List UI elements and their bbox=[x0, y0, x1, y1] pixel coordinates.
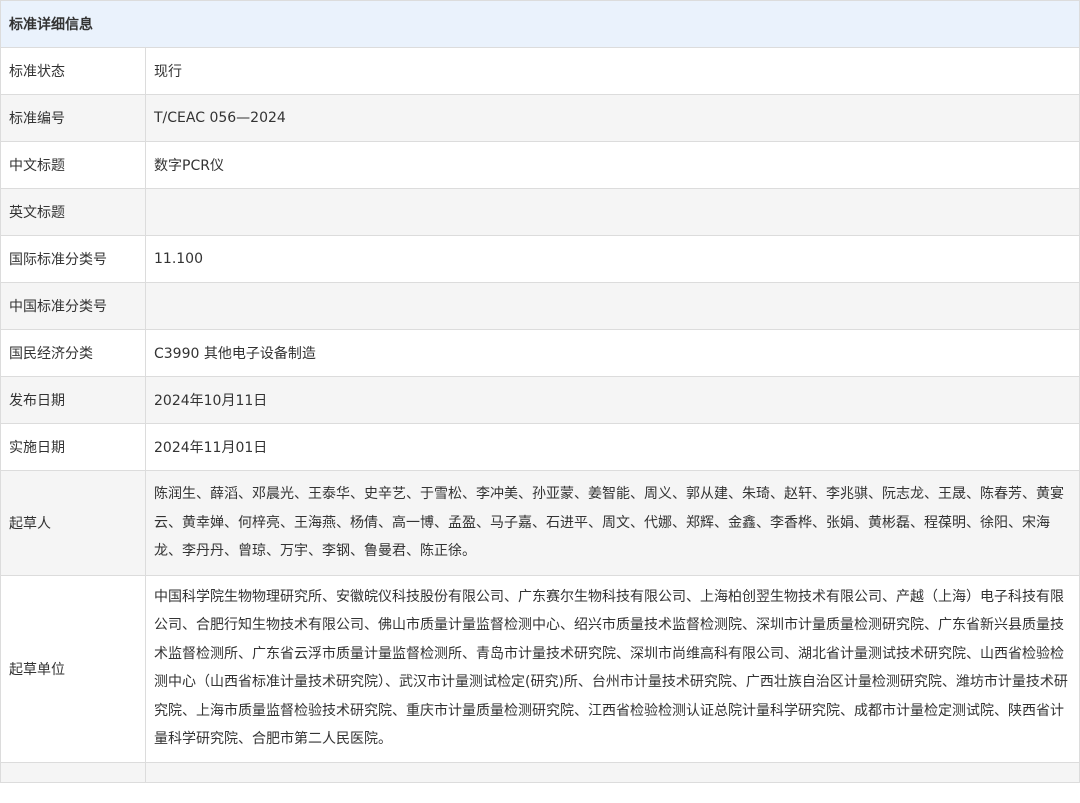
label-effective-date: 实施日期 bbox=[0, 423, 146, 471]
value-standard-number: T/CEAC 056—2024 bbox=[145, 94, 1080, 142]
label-economic-classification: 国民经济分类 bbox=[0, 329, 146, 377]
value-status: 现行 bbox=[145, 47, 1080, 95]
label-status: 标准状态 bbox=[0, 47, 146, 95]
table-header-row: 标准详细信息 bbox=[0, 0, 1080, 48]
value-partial bbox=[145, 761, 1080, 783]
standard-detail-table: 标准详细信息 标准状态 现行 标准编号 T/CEAC 056—2024 中文标题… bbox=[0, 0, 1080, 783]
row-standard-number: 标准编号 T/CEAC 056—2024 bbox=[0, 94, 1080, 142]
row-drafters: 起草人 陈润生、薛滔、邓晨光、王泰华、史辛艺、于雪松、李冲美、孙亚蒙、姜智能、周… bbox=[0, 470, 1080, 576]
label-ics-number: 国际标准分类号 bbox=[0, 235, 146, 283]
row-english-title: 英文标题 bbox=[0, 188, 1080, 236]
label-standard-number: 标准编号 bbox=[0, 94, 146, 142]
value-drafters: 陈润生、薛滔、邓晨光、王泰华、史辛艺、于雪松、李冲美、孙亚蒙、姜智能、周义、郭从… bbox=[145, 470, 1080, 576]
value-chinese-title: 数字PCR仪 bbox=[145, 141, 1080, 189]
label-publish-date: 发布日期 bbox=[0, 376, 146, 424]
label-ccs-number: 中国标准分类号 bbox=[0, 282, 146, 330]
row-ccs-number: 中国标准分类号 bbox=[0, 282, 1080, 330]
row-effective-date: 实施日期 2024年11月01日 bbox=[0, 423, 1080, 471]
value-effective-date: 2024年11月01日 bbox=[145, 423, 1080, 471]
label-drafters: 起草人 bbox=[0, 470, 146, 576]
value-publish-date: 2024年10月11日 bbox=[145, 376, 1080, 424]
value-ics-number: 11.100 bbox=[145, 235, 1080, 283]
label-chinese-title: 中文标题 bbox=[0, 141, 146, 189]
row-partial-next bbox=[0, 761, 1080, 783]
value-english-title bbox=[145, 188, 1080, 236]
row-status: 标准状态 现行 bbox=[0, 47, 1080, 95]
value-ccs-number bbox=[145, 282, 1080, 330]
label-drafting-units: 起草单位 bbox=[0, 574, 146, 763]
label-english-title: 英文标题 bbox=[0, 188, 146, 236]
value-economic-classification: C3990 其他电子设备制造 bbox=[145, 329, 1080, 377]
table-title: 标准详细信息 bbox=[0, 0, 1080, 48]
row-publish-date: 发布日期 2024年10月11日 bbox=[0, 376, 1080, 424]
row-economic-classification: 国民经济分类 C3990 其他电子设备制造 bbox=[0, 329, 1080, 377]
value-drafting-units: 中国科学院生物物理研究所、安徽皖仪科技股份有限公司、广东赛尔生物科技有限公司、上… bbox=[145, 574, 1080, 763]
row-ics-number: 国际标准分类号 11.100 bbox=[0, 235, 1080, 283]
row-drafting-units: 起草单位 中国科学院生物物理研究所、安徽皖仪科技股份有限公司、广东赛尔生物科技有… bbox=[0, 574, 1080, 763]
label-partial bbox=[0, 761, 146, 783]
row-chinese-title: 中文标题 数字PCR仪 bbox=[0, 141, 1080, 189]
